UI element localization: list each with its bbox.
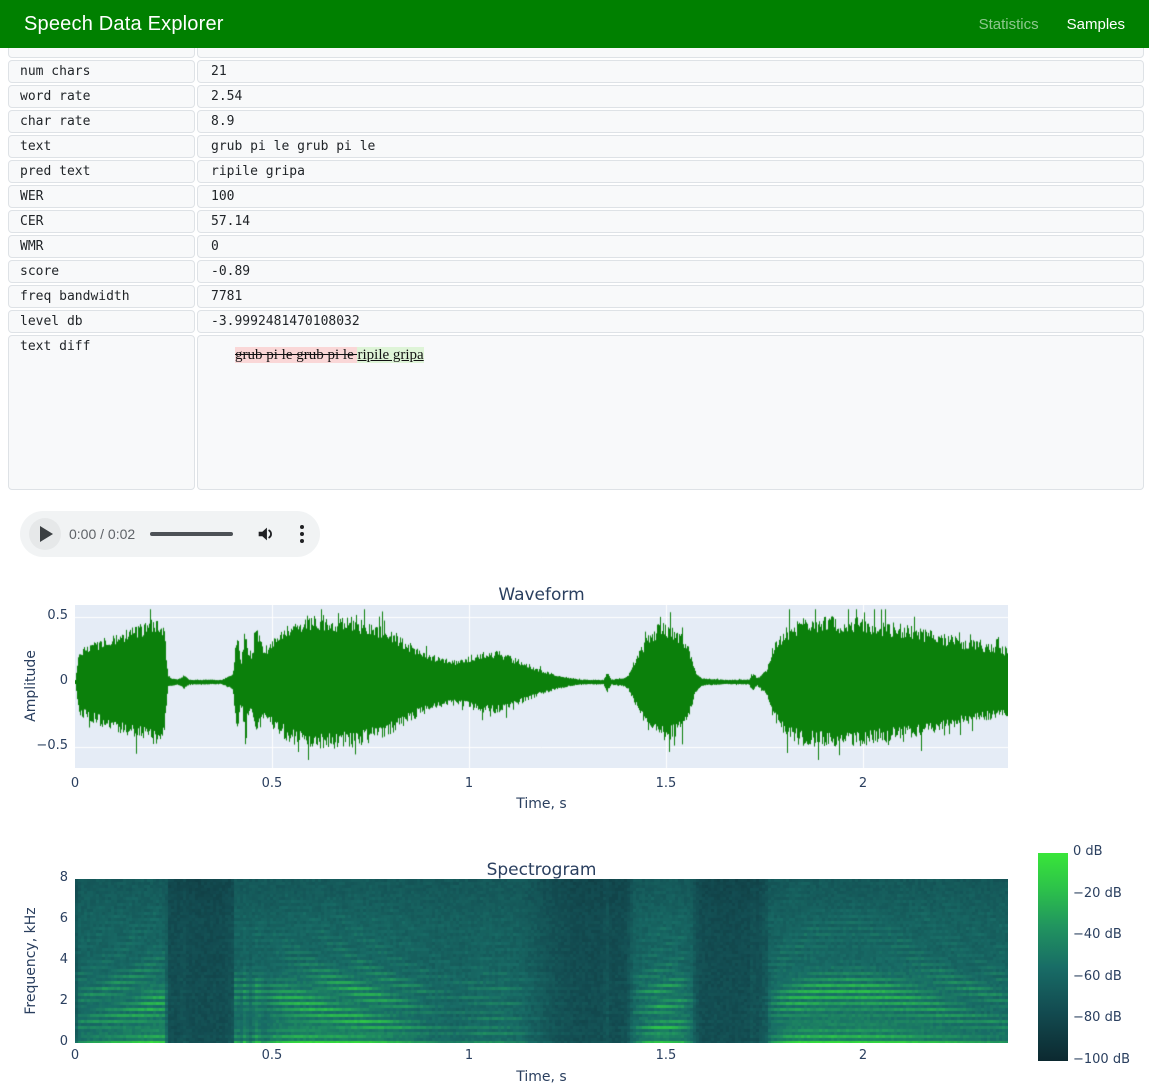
audio-time-display: 0:00 / 0:02 [69,526,135,542]
table-row: word rate2.54 [8,85,1144,108]
seek-bar[interactable] [150,532,233,536]
colorbar-tick-label: −60 dB [1073,969,1122,984]
page-title: Speech Data Explorer [24,13,224,36]
row-label: level db [8,310,195,333]
colorbar-tick-label: −100 dB [1073,1052,1130,1067]
axis-tick-label: 0.5 [262,1048,283,1063]
axis-tick-label: 0 [71,1048,79,1063]
row-label: WMR [8,235,195,258]
axis-tick-label: −0.5 [0,738,68,753]
table-row: pred textripile gripa [8,160,1144,183]
row-value: 100 [197,185,1144,208]
table-row: textgrub pi le grub pi le [8,135,1144,158]
row-value: 21 [197,60,1144,83]
row-label [8,48,195,58]
row-value: 2.54 [197,85,1144,108]
row-value: -3.9992481470108032 [197,310,1144,333]
table-row: num chars21 [8,60,1144,83]
nav-link-statistics[interactable]: Statistics [979,16,1039,33]
row-value: 0 [197,235,1144,258]
axis-tick-label: 2 [0,993,68,1008]
axis-tick-label: 1 [465,776,473,791]
axis-tick-label: 2 [859,1048,867,1063]
app-header: Speech Data Explorer Statistics Samples [0,0,1149,48]
row-label: CER [8,210,195,233]
table-row: WMR0 [8,235,1144,258]
nav-link-samples[interactable]: Samples [1067,16,1125,33]
axis-tick-label: 0 [0,1034,68,1049]
axis-tick-label: 0 [71,776,79,791]
metadata-table: num chars21word rate2.54char rate8.9text… [8,48,1144,492]
axis-tick-label: 4 [0,952,68,967]
waveform-x-axis-label: Time, s [75,796,1008,812]
row-value: grub pi le grub pi le [197,135,1144,158]
axis-tick-label: 0.5 [262,776,283,791]
colorbar-tick-label: −80 dB [1073,1010,1122,1025]
axis-tick-label: 1.5 [656,1048,677,1063]
row-value: -0.89 [197,260,1144,283]
spectrogram-plot-area[interactable] [75,879,1008,1043]
row-value: ripile gripa [197,160,1144,183]
play-icon [40,526,53,542]
row-label: word rate [8,85,195,108]
row-value: 57.14 [197,210,1144,233]
volume-icon [255,523,277,545]
audio-player: 0:00 / 0:02 [20,511,320,557]
table-row-clipped [8,48,1144,58]
table-row: level db-3.9992481470108032 [8,310,1144,333]
colorbar-tick-label: −20 dB [1073,886,1122,901]
row-value: 7781 [197,285,1144,308]
row-value: grub pi le grub pi le ripile gripa [197,335,1144,490]
waveform-plot-area[interactable] [75,605,1008,768]
axis-tick-label: 6 [0,911,68,926]
row-label: text diff [8,335,195,490]
row-label: pred text [8,160,195,183]
diff-deleted-text: grub pi le grub pi le [235,347,357,363]
table-row: char rate8.9 [8,110,1144,133]
kebab-menu-icon[interactable] [296,521,308,547]
volume-button[interactable] [255,523,277,545]
waveform-title: Waveform [75,585,1008,605]
row-label: freq bandwidth [8,285,195,308]
axis-tick-label: 0 [0,673,68,688]
axis-tick-label: 2 [859,776,867,791]
table-row-text-diff: text diff grub pi le grub pi le ripile g… [8,335,1144,490]
row-label: num chars [8,60,195,83]
colorbar-tick-label: −40 dB [1073,927,1122,942]
colorbar-tick-label: 0 dB [1073,844,1103,859]
axis-tick-label: 8 [0,870,68,885]
play-button[interactable] [29,518,61,550]
axis-tick-label: 0.5 [0,608,68,623]
row-label: score [8,260,195,283]
text-diff: grub pi le grub pi le ripile gripa [211,336,1143,366]
diff-inserted-text: ripile gripa [357,347,423,363]
table-row: CER57.14 [8,210,1144,233]
axis-tick-label: 1 [465,1048,473,1063]
top-nav: Statistics Samples [979,16,1125,33]
row-label: text [8,135,195,158]
row-value: 8.9 [197,110,1144,133]
spectrogram-title: Spectrogram [75,860,1008,880]
table-row: freq bandwidth7781 [8,285,1144,308]
row-label: WER [8,185,195,208]
row-value [197,48,1144,58]
table-rows: num chars21word rate2.54char rate8.9text… [8,60,1144,333]
table-row: WER100 [8,185,1144,208]
axis-tick-label: 1.5 [656,776,677,791]
table-row: score-0.89 [8,260,1144,283]
colorbar [1038,853,1068,1061]
row-label: char rate [8,110,195,133]
spectrogram-x-axis-label: Time, s [75,1069,1008,1085]
